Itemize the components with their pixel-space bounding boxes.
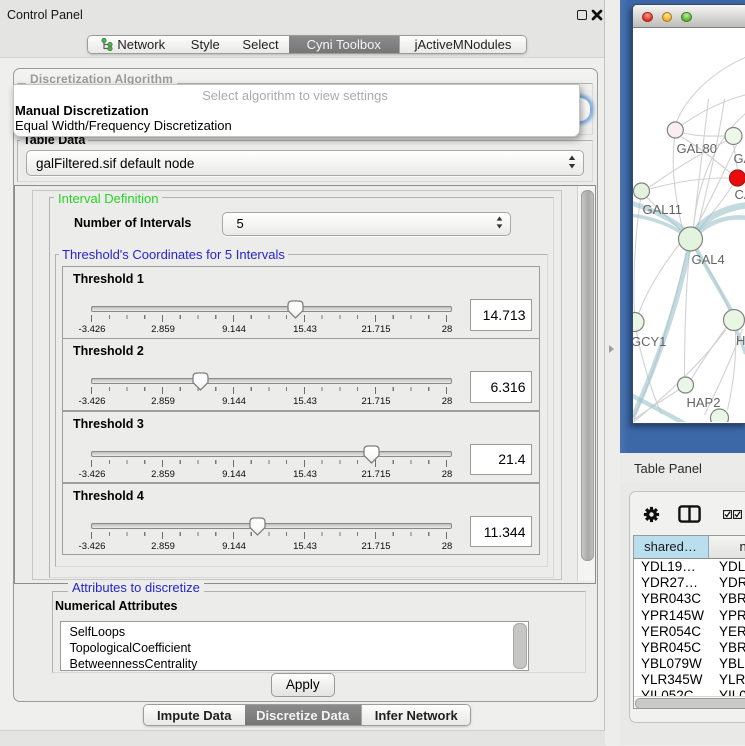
svg-text:GAL80: GAL80 — [677, 141, 717, 156]
svg-text:GAL11: GAL11 — [643, 202, 683, 217]
svg-text:H: H — [736, 333, 745, 348]
svg-text:HAP2: HAP2 — [687, 395, 721, 410]
svg-text:GCY1: GCY1 — [633, 334, 666, 349]
svg-text:GAL4: GAL4 — [692, 252, 725, 267]
svg-text:GA: GA — [734, 151, 745, 166]
svg-text:CA: CA — [735, 187, 745, 202]
